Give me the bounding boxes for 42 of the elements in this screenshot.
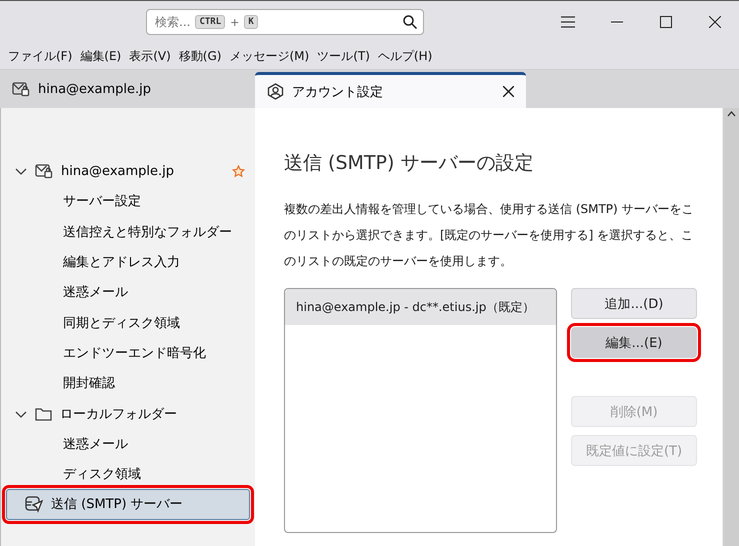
search-icon[interactable]: [403, 15, 417, 29]
menu-item[interactable]: ヘルプ(H): [374, 48, 436, 64]
settings-item[interactable]: エンドツーエンド暗号化: [1, 338, 255, 368]
account-item[interactable]: ローカルフォルダー: [1, 398, 255, 429]
settings-item[interactable]: 開封確認: [1, 368, 255, 398]
settings-item[interactable]: サーバー設定: [1, 186, 255, 217]
outbox-icon: [25, 496, 43, 513]
folder-icon: [35, 406, 52, 421]
maximize-icon: [660, 16, 672, 28]
account-icon: [267, 83, 284, 100]
mail-lock-icon: [12, 81, 30, 97]
close-icon[interactable]: [503, 86, 514, 97]
plus-sign: +: [230, 16, 240, 28]
tab[interactable]: アカウント設定: [255, 72, 526, 108]
settings-item[interactable]: 迷惑メール: [1, 277, 255, 308]
settings-item[interactable]: 迷惑メール: [1, 428, 255, 459]
action-button[interactable]: 追加...(D): [571, 288, 697, 319]
search-field[interactable]: 検索... CTRL + K: [146, 9, 424, 35]
menu-icon: [560, 16, 574, 28]
key-cap: K: [244, 15, 258, 29]
menu-item[interactable]: ツール(T): [313, 48, 374, 64]
menu-item[interactable]: 移動(G): [174, 48, 226, 64]
menu-item[interactable]: 表示(V): [125, 48, 175, 64]
menu-item[interactable]: 編集(E): [76, 48, 126, 64]
mail-lock-icon: [35, 163, 53, 180]
minimize-icon: [610, 21, 622, 23]
settings-item[interactable]: ディスク領域: [1, 458, 255, 490]
description: 複数の差出人情報を管理している場合、使用する送信 (SMTP) サーバーをこのリストから選択できます。[既定のサーバーを使用する] を選択すると、このリストの既定のサーバーを使用します。: [284, 201, 695, 270]
settings-item[interactable]: 編集とアドレス入力: [1, 246, 255, 278]
menu-item[interactable]: メッセージ(M): [225, 48, 314, 64]
key-cap: CTRL: [195, 15, 226, 29]
close-icon: [708, 16, 720, 28]
settings-item[interactable]: 同期とディスク領域: [1, 307, 255, 338]
page-title: 送信 (SMTP) サーバーの設定: [284, 151, 534, 176]
search-placeholder: 検索...: [155, 14, 190, 30]
menu-item[interactable]: ファイル(F): [4, 48, 76, 64]
server-item[interactable]: hina@example.jp - dc**.etius.jp（既定）: [285, 289, 556, 325]
settings-item[interactable]: 送信控えと特別なフォルダー: [1, 216, 255, 247]
scrollbar[interactable]: [722, 108, 739, 546]
tab[interactable]: hina@example.jp: [0, 73, 164, 105]
scroll-up-icon[interactable]: [726, 111, 736, 117]
account-item[interactable]: hina@example.jp: [1, 156, 255, 186]
